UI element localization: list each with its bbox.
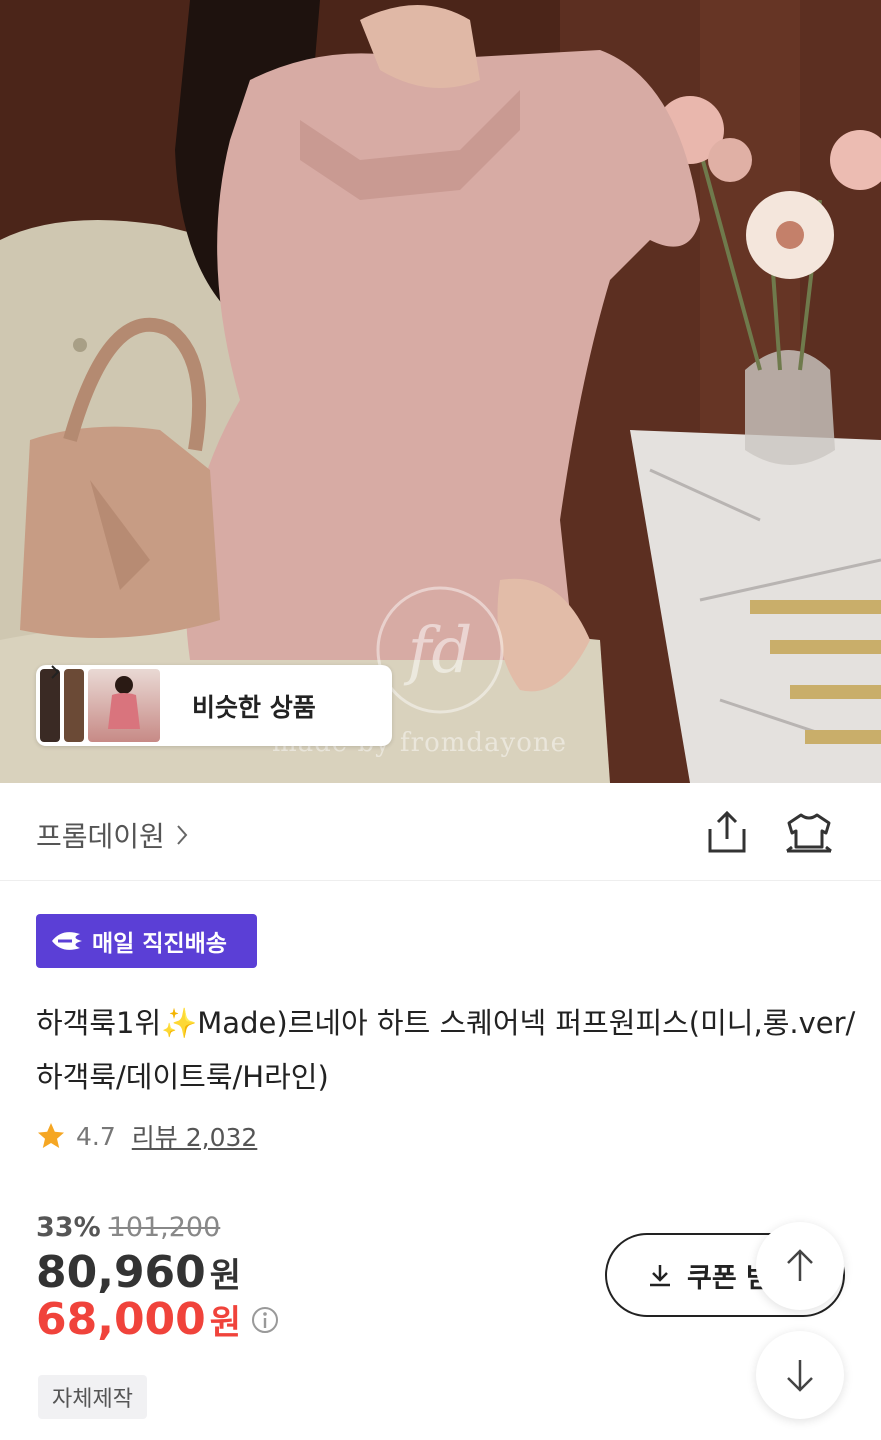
rating-value: 4.7 [76, 1121, 116, 1151]
scroll-bottom-button[interactable] [756, 1331, 844, 1419]
arrow-down-icon [787, 1360, 813, 1392]
chevron-right-icon [177, 825, 188, 845]
thumbnail-2 [64, 669, 84, 742]
hanger-icon [786, 813, 832, 853]
final-price-value: 68,000 [36, 1294, 206, 1345]
style-compare-button[interactable] [784, 809, 834, 855]
self-made-tag: 자체제작 [38, 1375, 147, 1419]
star-icon [38, 1123, 64, 1148]
brand-name: 프롬데이원 [36, 820, 165, 853]
similar-thumbnails [40, 669, 162, 742]
delivery-icon [52, 932, 82, 950]
similar-products-label: 비슷한 상품 [192, 692, 316, 722]
sale-price: 80,960 원 [36, 1247, 279, 1298]
direct-delivery-badge: 매일 직진배송 [36, 914, 257, 968]
original-price: 101,200 [108, 1212, 221, 1243]
scroll-top-button[interactable] [756, 1222, 844, 1310]
final-price-currency: 원 [209, 1303, 242, 1343]
final-price: 68,000 원 [36, 1294, 279, 1345]
similar-products-button[interactable]: 비슷한 상품 [36, 665, 392, 746]
product-hero-image[interactable]: fd made by fromdayone 비슷한 상품 [0, 0, 881, 783]
share-icon [708, 810, 746, 853]
share-button[interactable] [704, 809, 750, 855]
arrow-up-icon [787, 1249, 813, 1281]
rating-row: 4.7 리뷰 2,032 [36, 1118, 257, 1154]
discount-rate: 33% [36, 1212, 101, 1243]
price-block: 33% 101,200 80,960 원 68,000 원 [36, 1212, 279, 1345]
info-icon[interactable] [251, 1306, 279, 1334]
badge-label: 매일 직진배송 [92, 931, 227, 957]
thumbnail-1 [40, 669, 60, 742]
review-count-link[interactable]: 리뷰 2,032 [132, 1118, 258, 1154]
chevron-right-icon [51, 665, 60, 679]
discount-line: 33% 101,200 [36, 1212, 279, 1243]
brand-bar: 프롬데이원 [0, 783, 881, 881]
thumbnail-3 [88, 669, 160, 742]
sale-price-value: 80,960 [36, 1247, 206, 1298]
brand-logo-watermark: fd [404, 614, 473, 688]
product-title: 하객룩1위✨Made)르네아 하트 스퀘어넥 퍼프원피스(미니,롱.ver/하객… [36, 1006, 856, 1094]
download-icon [650, 1265, 670, 1287]
brand-link[interactable]: 프롬데이원 [36, 815, 189, 855]
sale-price-currency: 원 [209, 1256, 242, 1296]
